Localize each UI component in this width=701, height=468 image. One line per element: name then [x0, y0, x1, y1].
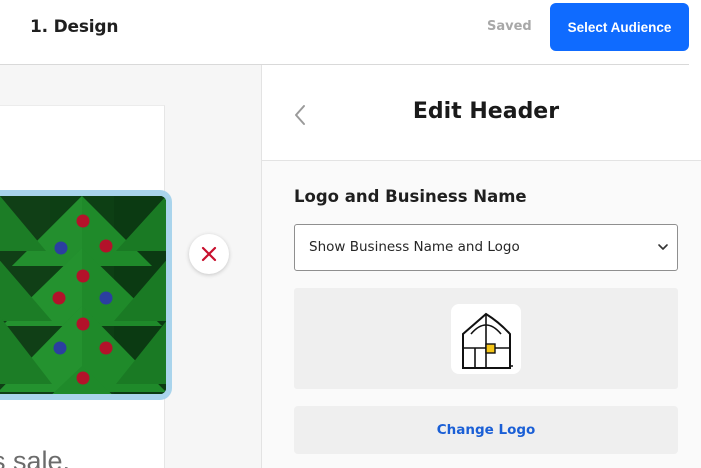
- panel-header: Edit Header: [262, 65, 701, 161]
- panel-title: Edit Header: [412, 99, 560, 124]
- remove-image-button[interactable]: [189, 234, 229, 274]
- logo-tile[interactable]: [451, 304, 521, 374]
- step-title: 1. Design: [30, 17, 119, 37]
- change-logo-button[interactable]: Change Logo: [294, 406, 678, 454]
- top-bar: 1. Design Saved Select Audience: [0, 0, 701, 64]
- section-label: Logo and Business Name: [294, 187, 527, 206]
- body-text-fragment: s sale.: [0, 446, 71, 468]
- edit-header-panel: Edit Header Logo and Business Name Show …: [261, 65, 701, 468]
- chevron-down-icon: [658, 244, 668, 250]
- email-preview-card: s sale.: [0, 105, 172, 468]
- house-logo-icon: [462, 312, 513, 369]
- logo-preview-area: [294, 288, 678, 389]
- close-icon: [201, 246, 217, 262]
- select-value: Show Business Name and Logo: [309, 239, 520, 255]
- logo-display-select[interactable]: Show Business Name and Logo: [294, 224, 678, 271]
- select-audience-button[interactable]: Select Audience: [550, 3, 689, 51]
- header-image-selected[interactable]: [0, 190, 172, 400]
- christmas-tree-pattern-icon: [0, 196, 166, 394]
- panel-body: Logo and Business Name Show Business Nam…: [262, 161, 701, 468]
- save-status: Saved: [487, 19, 532, 34]
